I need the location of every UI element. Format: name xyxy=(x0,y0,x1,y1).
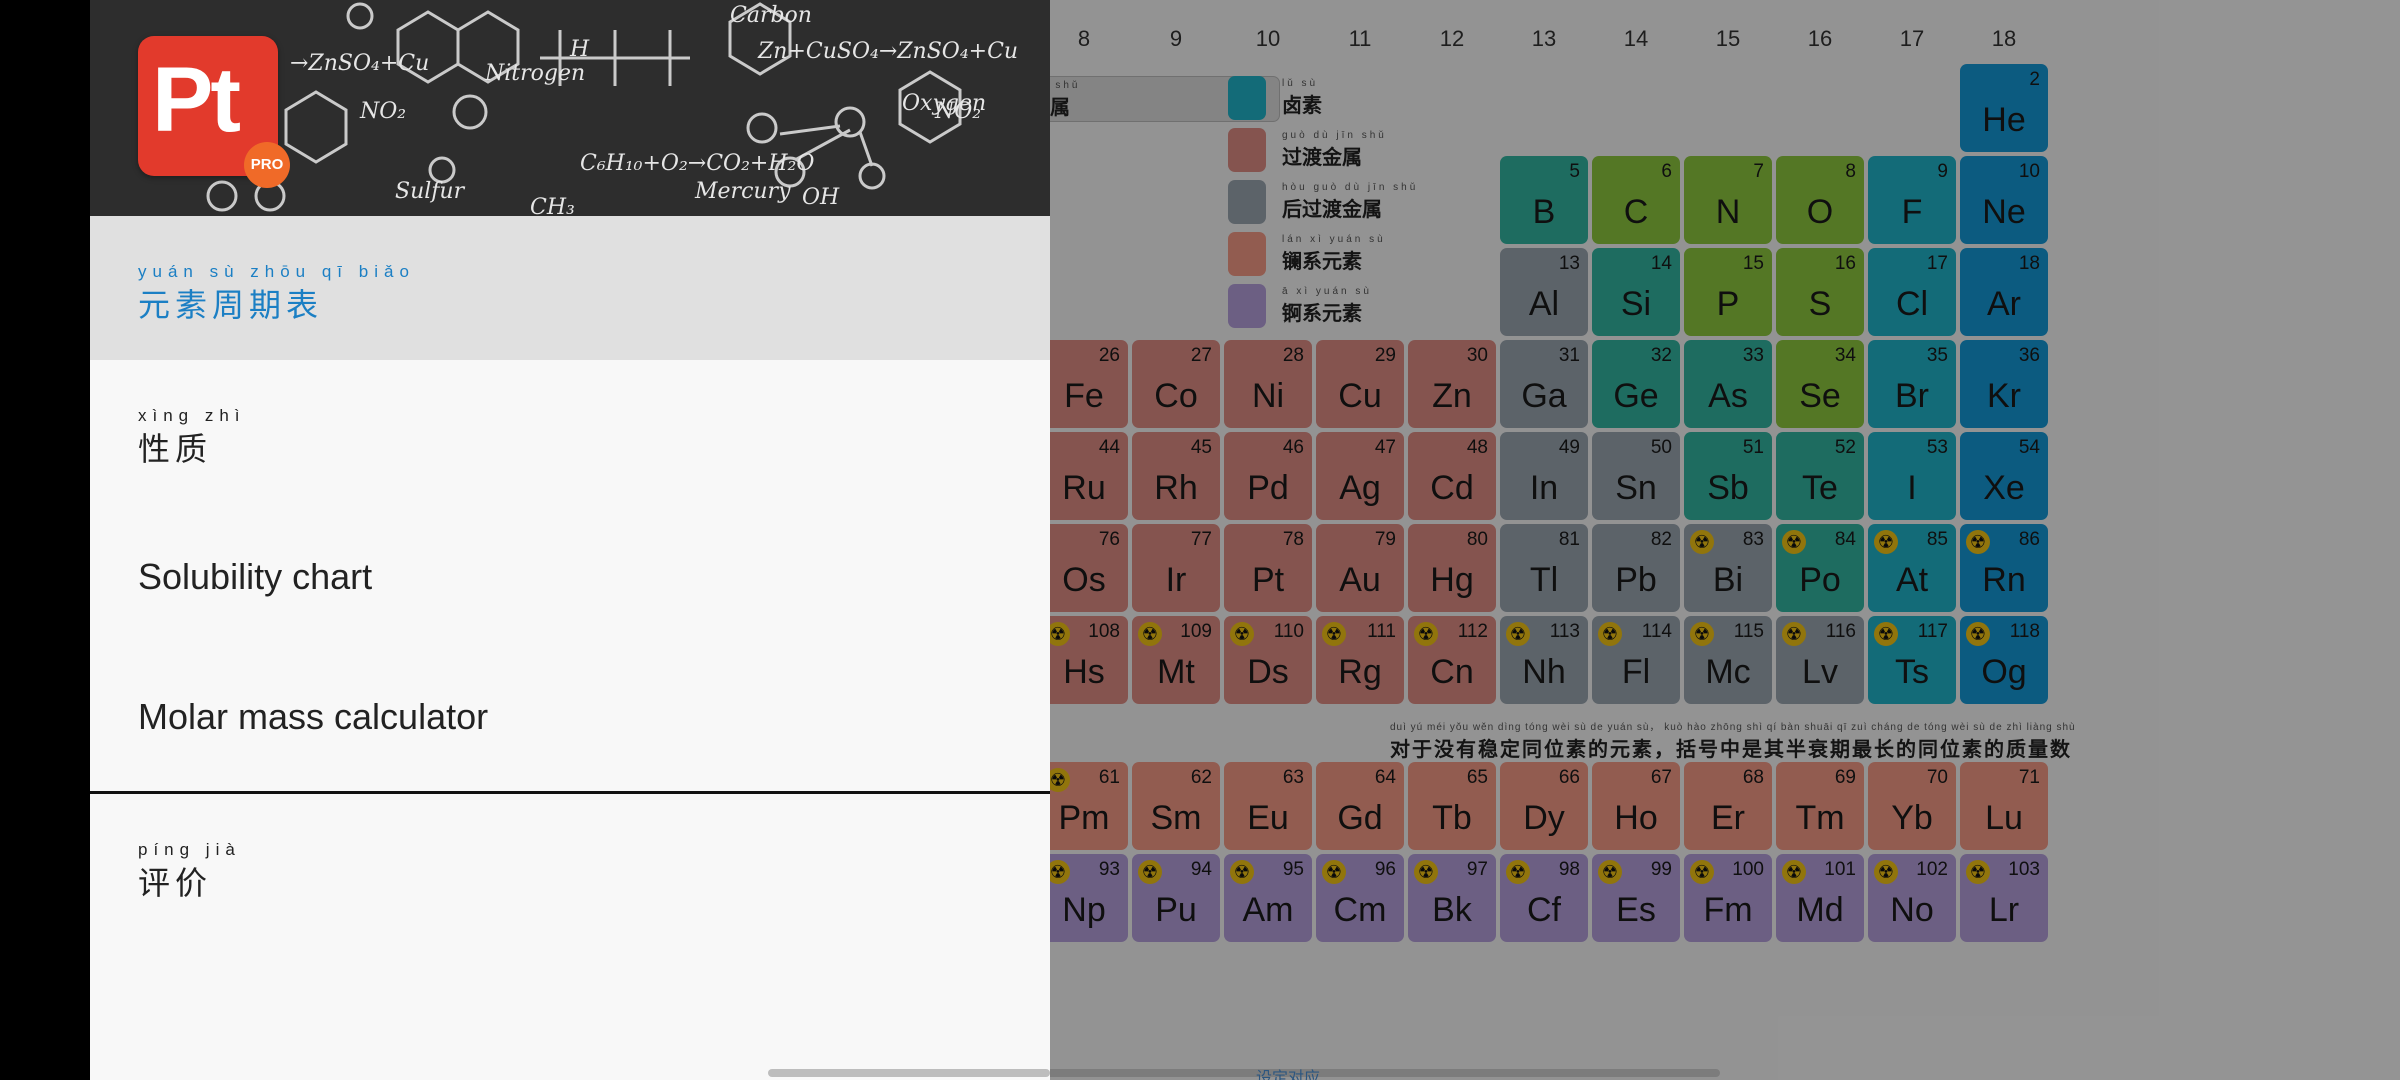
drawer-header: →ZnSO₄+Cu Nitrogen NO₂ H C₆H₁₀+O₂→CO₂+H₂… xyxy=(90,0,1050,216)
pro-badge: PRO xyxy=(244,142,290,188)
svg-text:Nitrogen: Nitrogen xyxy=(484,61,585,86)
svg-text:H: H xyxy=(569,37,590,62)
svg-text:Zn+CuSO₄→ZnSO₄+Cu: Zn+CuSO₄→ZnSO₄+Cu xyxy=(757,39,1018,64)
svg-text:CH₃: CH₃ xyxy=(530,195,575,216)
svg-text:NO₂: NO₂ xyxy=(359,99,406,124)
drawer-scrollbar[interactable] xyxy=(768,1069,1050,1077)
menu-item-rate[interactable]: píng jià 评价 xyxy=(90,794,1050,938)
menu-item-periodic-table[interactable]: yuán sù zhōu qī biǎo 元素周期表 xyxy=(90,216,1050,360)
navigation-drawer: →ZnSO₄+Cu Nitrogen NO₂ H C₆H₁₀+O₂→CO₂+H₂… xyxy=(90,0,1050,1080)
svg-text:C₆H₁₀+O₂→CO₂+H₂O: C₆H₁₀+O₂→CO₂+H₂O xyxy=(580,151,814,176)
svg-text:Mercury: Mercury xyxy=(694,179,791,204)
menu-item-properties[interactable]: xìng zhì 性质 xyxy=(90,360,1050,504)
svg-text:→ZnSO₄+Cu: →ZnSO₄+Cu xyxy=(290,51,429,76)
app-logo: Pt PRO xyxy=(138,36,290,188)
svg-text:Sulfur: Sulfur xyxy=(395,179,466,204)
svg-text:Carbon: Carbon xyxy=(730,3,812,28)
menu-item-solubility-chart[interactable]: Solubility chart xyxy=(90,504,1050,648)
menu-item-molar-mass-calculator[interactable]: Molar mass calculator xyxy=(90,648,1050,791)
svg-text:Oxygen: Oxygen xyxy=(902,91,986,116)
svg-text:OH: OH xyxy=(802,185,840,210)
